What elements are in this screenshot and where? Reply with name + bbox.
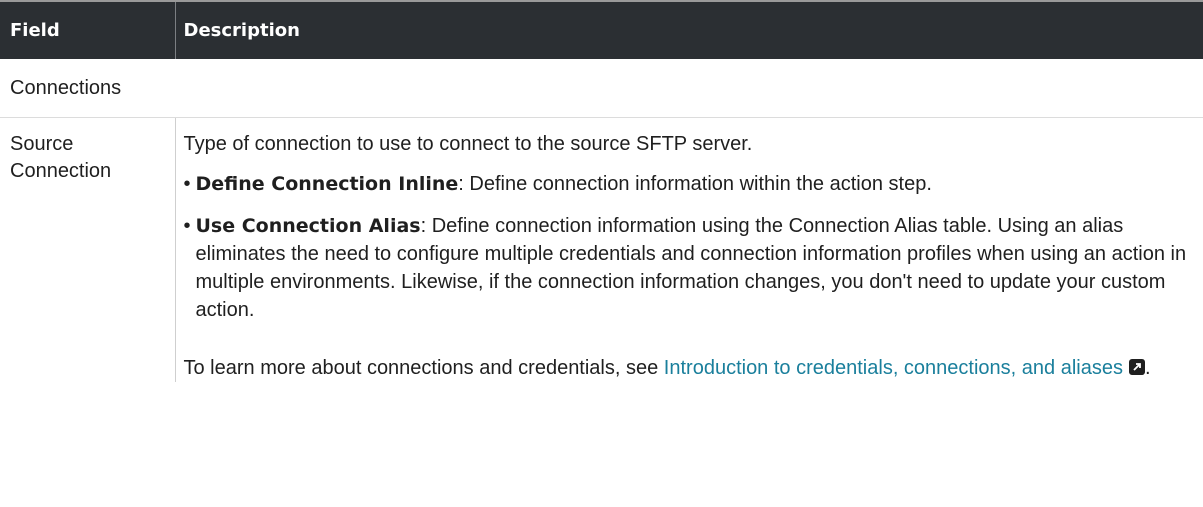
learn-more-suffix: . [1144,357,1151,379]
description-intro: Type of connection to use to connect to … [183,133,753,155]
field-description-table: Field Description Connections Source Con… [0,0,1203,382]
field-name-line2: Connection [10,160,112,182]
list-item: • Define Connection Inline: Define connec… [184,170,1196,198]
list-item: • Use Connection Alias: Define connection… [184,212,1196,324]
option-term: Define Connection Inline [195,173,459,195]
description-cell: Type of connection to use to connect to … [174,117,1203,382]
option-list: • Define Connection Inline: Define connec… [184,170,1196,324]
table-row: Source Connection Type of connection to … [0,117,1203,383]
field-name-line1: Source [10,133,74,155]
credentials-doc-link[interactable]: Introduction to credentials, connections… [664,357,1123,379]
bullet-icon: • [183,215,191,237]
field-cell: Source Connection [0,118,175,383]
option-text: : Define connection information within t… [458,173,932,195]
option-term: Use Connection Alias [195,215,421,237]
learn-more-text: To learn more about connections and cred… [184,354,1196,382]
section-row: Connections [0,59,1203,118]
table-header: Field Description [0,0,1203,59]
header-field: Field [0,0,175,59]
section-label: Connections [0,59,1203,118]
header-description: Description [174,0,1203,59]
header-row: Field Description [0,0,1203,59]
bullet-icon: • [183,173,191,195]
learn-more-prefix: To learn more about connections and cred… [183,357,664,379]
external-link-icon[interactable] [1128,359,1145,375]
